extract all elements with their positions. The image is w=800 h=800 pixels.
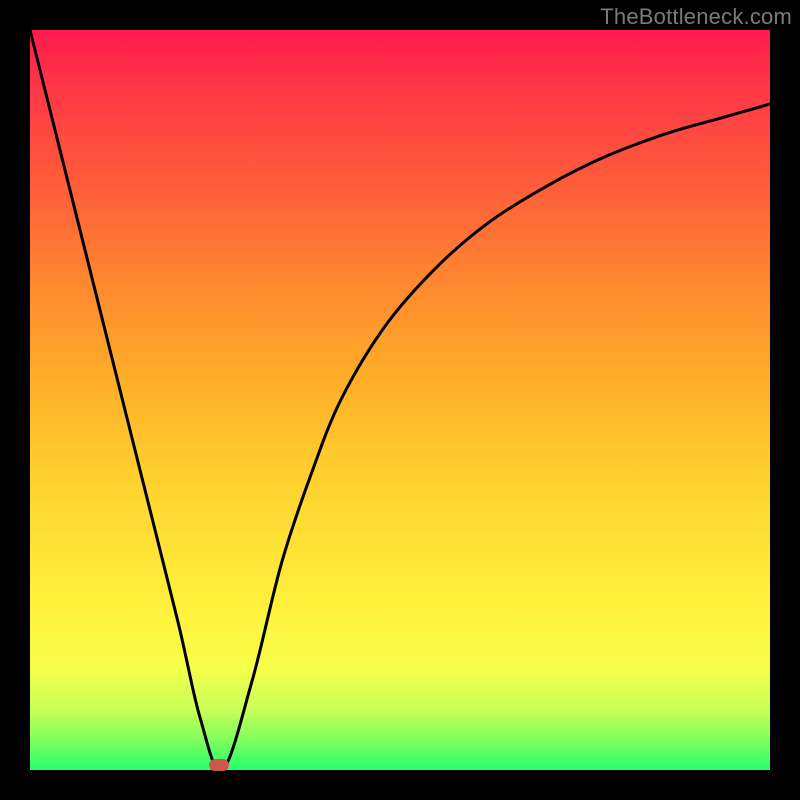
curve-svg — [30, 30, 770, 770]
plot-area — [30, 30, 770, 770]
minimum-marker — [209, 759, 229, 771]
chart-frame: TheBottleneck.com — [0, 0, 800, 800]
watermark-text: TheBottleneck.com — [600, 4, 792, 30]
bottleneck-curve — [30, 30, 770, 770]
